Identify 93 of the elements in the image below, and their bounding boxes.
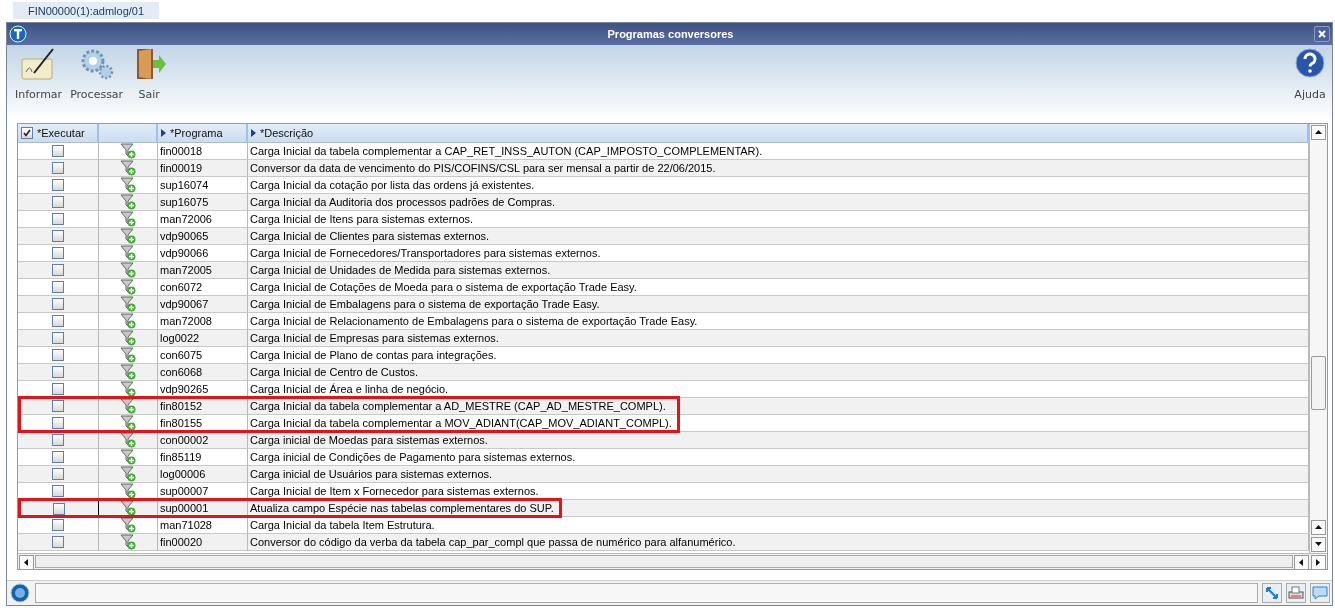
scroll-down-button[interactable] bbox=[1311, 537, 1326, 552]
checkbox[interactable] bbox=[52, 383, 64, 395]
checkbox[interactable] bbox=[52, 417, 64, 429]
scroll-thumb[interactable] bbox=[1311, 356, 1326, 410]
diagonal-arrows-icon bbox=[1265, 586, 1279, 600]
printer-icon bbox=[1288, 586, 1304, 600]
checkbox[interactable] bbox=[52, 366, 64, 378]
table-cell: sup00007 bbox=[158, 483, 248, 500]
table-cell: Carga Inicial da tabela complementar a CAP_RET_INSS_AUTON (CAP_IMPOSTO_COMPLEMENTAR). bbox=[250, 145, 763, 157]
chat-button[interactable] bbox=[1310, 583, 1330, 603]
globe-icon[interactable] bbox=[9, 582, 31, 604]
checkbox[interactable] bbox=[52, 162, 64, 174]
table-cell: Carga Inicial de Plano de contas para integrações. bbox=[250, 349, 497, 361]
triangle-left-icon bbox=[1297, 558, 1306, 567]
session-tab[interactable]: FIN00000(1):admlog/01 bbox=[12, 1, 160, 20]
checkbox[interactable] bbox=[52, 247, 64, 259]
table-cell: Carga Inicial de Fornecedores/Transportadores para sistemas externos. bbox=[250, 247, 601, 259]
checkbox[interactable] bbox=[52, 536, 64, 548]
table-cell: vdp90265 bbox=[158, 381, 248, 398]
vertical-scrollbar[interactable] bbox=[1309, 124, 1327, 553]
sort-arrow-icon bbox=[251, 129, 256, 137]
table-cell: fin00020 bbox=[158, 534, 248, 551]
table-cell: Atualiza campo Espécie nas tabelas complementares do SUP. bbox=[250, 502, 554, 514]
table-cell: Conversor da data de vencimento do PIS/COFINS/CSL para ser mensal a partir de 22/06/2015. bbox=[250, 162, 716, 174]
table-cell: Carga Inicial de Centro de Custos. bbox=[250, 366, 419, 378]
print-button[interactable] bbox=[1286, 583, 1306, 603]
funnel-plus-icon bbox=[120, 500, 136, 516]
checkbox[interactable] bbox=[52, 230, 64, 242]
checkbox[interactable] bbox=[52, 145, 64, 157]
triangle-right-icon bbox=[1314, 558, 1323, 567]
checkbox[interactable] bbox=[52, 264, 64, 276]
window-title: Programas conversores bbox=[606, 28, 735, 40]
table-cell: Carga Inicial da cotação por lista das ordens já existentes. bbox=[250, 179, 535, 191]
table-cell: Carga Inicial de Unidades de Medida para sistemas externos. bbox=[250, 264, 551, 276]
resize-button[interactable] bbox=[1262, 583, 1282, 603]
triangle-up-icon bbox=[1314, 523, 1323, 532]
scroll-left-button[interactable] bbox=[1294, 555, 1309, 570]
table-cell: Carga inicial de Condições de Pagamento para sistemas externos. bbox=[250, 451, 576, 463]
table-cell: Carga Inicial da tabela complementar a MOV_ADIANT(CAP_MOV_ADIANT_COMPL). bbox=[250, 417, 672, 429]
table-cell: Carga Inicial da Auditoria dos processos padrões de Compras. bbox=[250, 196, 556, 208]
checkbox[interactable] bbox=[52, 434, 64, 446]
checkbox[interactable] bbox=[52, 281, 64, 293]
scroll-up-button[interactable] bbox=[1311, 125, 1326, 140]
close-icon bbox=[1318, 30, 1326, 38]
table-cell: Carga Inicial de Empresas para sistemas externos. bbox=[250, 332, 499, 344]
triangle-down-icon bbox=[1314, 540, 1323, 549]
checkbox[interactable] bbox=[52, 400, 64, 412]
table-cell: sup00001 bbox=[158, 500, 248, 517]
checkbox[interactable] bbox=[52, 468, 64, 480]
table-cell: Carga Inicial de Item x Fornecedor para sistemas externos. bbox=[250, 485, 539, 497]
table-cell: Carga Inicial de Área e linha de negócio. bbox=[250, 383, 449, 395]
checkbox[interactable] bbox=[52, 451, 64, 463]
scroll-right-button[interactable] bbox=[1311, 555, 1326, 570]
app-logo-icon bbox=[9, 25, 27, 43]
funnel-plus-icon bbox=[120, 398, 136, 414]
horizontal-scrollbar[interactable] bbox=[18, 553, 1327, 569]
scroll-left-button[interactable] bbox=[19, 555, 34, 570]
table-cell: fin80155 bbox=[158, 415, 248, 432]
checkbox[interactable] bbox=[52, 298, 64, 310]
status-field[interactable] bbox=[35, 583, 1258, 603]
help-icon bbox=[1294, 47, 1326, 79]
triangle-up-icon bbox=[1314, 128, 1323, 137]
checkbox[interactable] bbox=[52, 332, 64, 344]
checkbox[interactable] bbox=[52, 349, 64, 361]
scroll-up-button[interactable] bbox=[1311, 520, 1326, 535]
toolbar-button[interactable]: Informar bbox=[13, 47, 65, 101]
close-button[interactable] bbox=[1314, 26, 1330, 42]
scroll-thumb[interactable] bbox=[35, 555, 1293, 568]
checkbox[interactable] bbox=[52, 315, 64, 327]
table-cell: Carga inicial de Usuários para sistemas externos. bbox=[250, 468, 493, 480]
triangle-left-icon bbox=[22, 558, 31, 567]
table-cell: Carga Inicial da tabela complementar a AD_MESTRE (CAP_AD_MESTRE_COMPL). bbox=[250, 400, 666, 412]
table-cell: Conversor do código da verba da tabela cap_par_compl que passa de numérico para alfanumérico. bbox=[250, 536, 736, 548]
checkbox[interactable] bbox=[52, 196, 64, 208]
table-cell: Carga Inicial de Relacionamento de Embalagens para o sistema de exportação Trade Easy. bbox=[250, 315, 698, 327]
help-button[interactable]: Ajuda bbox=[1292, 47, 1328, 101]
table-cell: Carga Inicial de Itens para sistemas externos. bbox=[250, 213, 474, 225]
funnel-plus-icon bbox=[120, 432, 136, 448]
checkbox[interactable] bbox=[21, 127, 33, 139]
checkbox[interactable] bbox=[52, 485, 64, 497]
table-cell: Carga Inicial de Clientes para sistemas externos. bbox=[250, 230, 490, 242]
sort-arrow-icon bbox=[161, 129, 166, 137]
checkbox[interactable] bbox=[52, 519, 64, 531]
table-cell: Carga Inicial de Embalagens para o sistema de exportação Trade Easy. bbox=[250, 298, 600, 310]
table-cell: Carga inicial de Moedas para sistemas externos. bbox=[250, 434, 488, 446]
checkbox[interactable] bbox=[52, 213, 64, 225]
speech-bubble-icon bbox=[1312, 586, 1328, 600]
checkbox[interactable] bbox=[52, 502, 65, 515]
toolbar-button[interactable]: Sair bbox=[129, 47, 170, 101]
table-cell: Carga Inicial de Cotações de Moeda para o sistema de exportação Trade Easy. bbox=[250, 281, 637, 293]
table-cell: Carga Inicial da tabela Item Estrutura. bbox=[250, 519, 435, 531]
toolbar-button[interactable]: Processar bbox=[68, 47, 126, 101]
checkbox[interactable] bbox=[52, 179, 64, 191]
